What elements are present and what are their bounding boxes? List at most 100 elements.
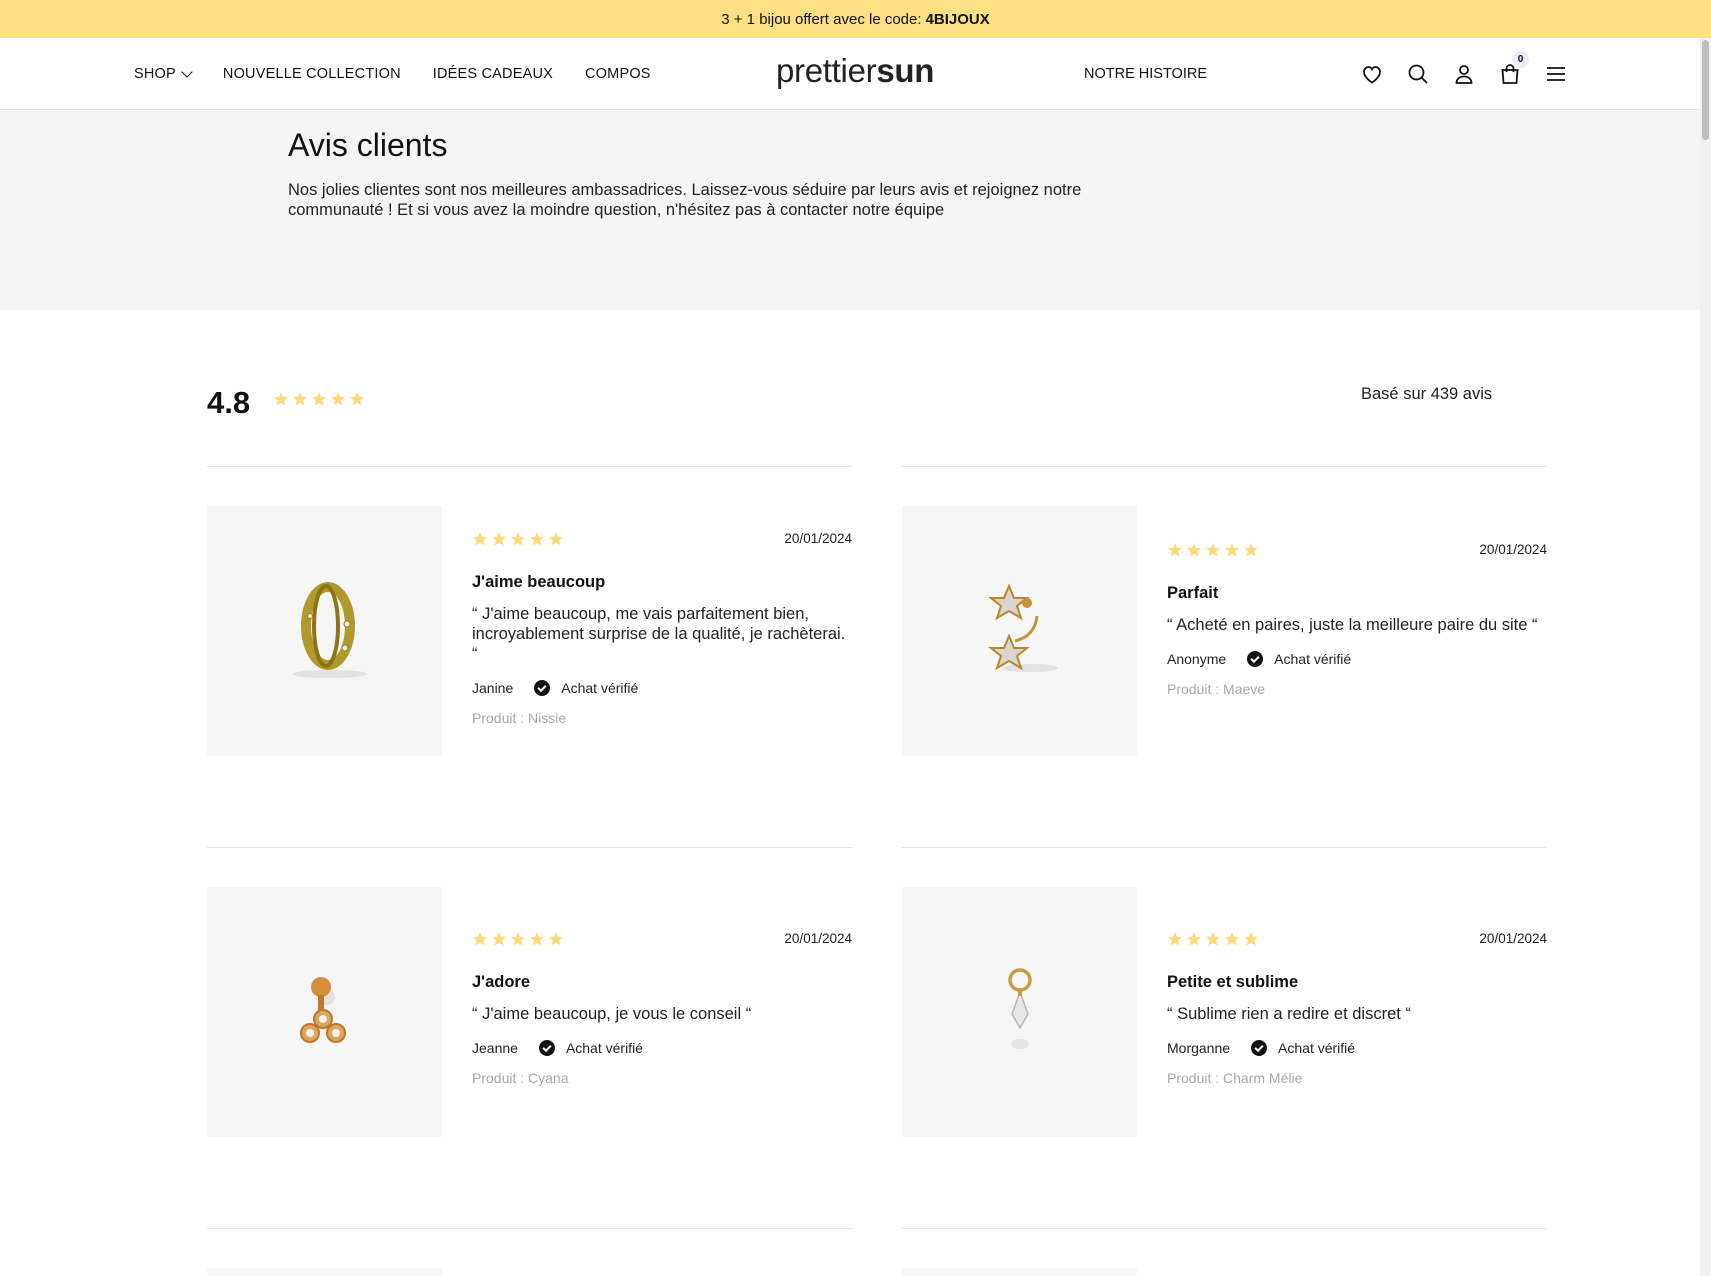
star-icon xyxy=(1205,931,1221,947)
star-icon xyxy=(1224,931,1240,947)
check-circle-icon xyxy=(1247,651,1264,667)
announcement-bar: 3 + 1 bijou offert avec le code: 4BIJOUX xyxy=(0,0,1711,38)
nav-compos[interactable]: COMPOS xyxy=(585,66,651,82)
star-icon xyxy=(1243,931,1259,947)
star-icon xyxy=(548,531,564,547)
scrollbar-thumb[interactable] xyxy=(1702,40,1709,140)
check-circle-icon xyxy=(1251,1040,1268,1056)
divider xyxy=(207,847,852,848)
review-meta: Morganne Achat vérifié xyxy=(1167,1040,1547,1056)
review-author: Anonyme xyxy=(1167,651,1227,667)
star-icon xyxy=(292,391,308,407)
product-image[interactable] xyxy=(902,1268,1137,1276)
account-icon[interactable] xyxy=(1452,62,1476,86)
cart-icon[interactable]: 0 xyxy=(1498,51,1529,86)
star-icon xyxy=(1243,542,1259,558)
review-meta: Anonyme Achat vérifié xyxy=(1167,651,1547,667)
star-icon xyxy=(529,531,545,547)
review-meta: Jeanne Achat vérifié xyxy=(472,1040,852,1056)
star-icon xyxy=(548,931,564,947)
nav-our-story[interactable]: NOTRE HISTOIRE xyxy=(1084,38,1207,110)
star-icon xyxy=(349,391,365,407)
review-date: 20/01/2024 xyxy=(1479,542,1547,557)
product-image[interactable] xyxy=(207,887,442,1137)
star-icon xyxy=(1186,931,1202,947)
star-icon xyxy=(330,391,346,407)
divider xyxy=(207,466,852,467)
review-meta: Janine Achat vérifié xyxy=(472,680,852,696)
divider xyxy=(902,847,1547,848)
review-date: 20/01/2024 xyxy=(1479,931,1547,946)
divider xyxy=(902,1228,1547,1229)
star-icon xyxy=(1167,931,1183,947)
review-product[interactable]: Produit : Charm Mélie xyxy=(1167,1070,1547,1086)
review-body: “ Sublime rien a redire et discret “ xyxy=(1167,1005,1411,1023)
star-icon xyxy=(510,531,526,547)
star-icon xyxy=(311,391,327,407)
product-image[interactable] xyxy=(207,506,442,756)
check-circle-icon xyxy=(534,680,551,696)
star-earring-icon xyxy=(987,583,1058,672)
review-content: 20/01/2024 J'aime beaucoup “ J'aime beau… xyxy=(472,531,852,726)
promo-code: 4BIJOUX xyxy=(925,10,990,28)
review-product[interactable]: Produit : Maeve xyxy=(1167,681,1547,697)
review-author: Janine xyxy=(472,680,514,696)
review-body: “ J'aime beaucoup, me vais parfaitement … xyxy=(472,605,846,663)
nav-shop-label: SHOP xyxy=(134,66,176,82)
review-card: 20/01/2024 J'adore “ J'aime beaucoup, je… xyxy=(207,887,852,1137)
search-icon[interactable] xyxy=(1406,62,1430,86)
charm-pendant-icon xyxy=(1007,968,1032,1049)
star-icon xyxy=(1167,542,1183,558)
product-image[interactable] xyxy=(902,506,1137,756)
review-author: Jeanne xyxy=(472,1040,518,1056)
verified-badge: Achat vérifié xyxy=(1274,651,1352,667)
divider xyxy=(902,466,1547,467)
main-nav: SHOP NOUVELLE COLLECTION IDÉES CADEAUX C… xyxy=(134,38,683,110)
divider xyxy=(207,1228,852,1229)
star-icon xyxy=(491,531,507,547)
review-product[interactable]: Produit : Nissie xyxy=(472,710,852,726)
review-card: 20/01/2024 Parfait “ Acheté en paires, j… xyxy=(902,506,1547,756)
site-header: SHOP NOUVELLE COLLECTION IDÉES CADEAUX C… xyxy=(0,38,1700,110)
star-icon xyxy=(1205,542,1221,558)
page-scrollbar[interactable] xyxy=(1700,38,1711,1276)
average-rating-stars xyxy=(273,391,365,407)
header-icons: 0 xyxy=(1360,38,1568,110)
star-icon xyxy=(1186,542,1202,558)
page-description: Nos jolies clientes sont nos meilleures … xyxy=(288,181,1082,219)
star-icon xyxy=(273,391,289,407)
review-author: Morganne xyxy=(1167,1040,1231,1056)
review-product[interactable]: Produit : Cyana xyxy=(472,1070,852,1086)
review-card: 20/01/2024 Petite et sublime “ Sublime r… xyxy=(902,887,1547,1137)
site-logo[interactable]: prettiersun xyxy=(776,52,934,90)
review-body: “ J'aime beaucoup, je vous le conseil “ xyxy=(472,1005,752,1023)
average-rating: 4.8 xyxy=(207,385,251,420)
review-date: 20/01/2024 xyxy=(784,531,852,546)
verified-badge: Achat vérifié xyxy=(565,1040,643,1056)
star-icon xyxy=(510,931,526,947)
wishlist-icon[interactable] xyxy=(1360,62,1384,86)
menu-icon[interactable] xyxy=(1544,62,1568,86)
verified-badge: Achat vérifié xyxy=(1278,1040,1356,1056)
page-title: Avis clients xyxy=(288,127,448,163)
page-hero: Avis clients Nos jolies clientes sont no… xyxy=(0,111,1700,310)
nav-shop[interactable]: SHOP xyxy=(134,65,193,82)
announcement-text: 3 + 1 bijou offert avec le code: xyxy=(721,10,922,28)
product-image[interactable] xyxy=(207,1268,442,1276)
star-icon xyxy=(529,931,545,947)
stud-earring-icon xyxy=(299,977,346,1043)
star-icon xyxy=(491,931,507,947)
star-icon xyxy=(472,531,488,547)
review-title: J'adore xyxy=(472,973,531,991)
review-date: 20/01/2024 xyxy=(784,931,852,946)
review-title: Parfait xyxy=(1167,584,1219,602)
nav-new-collection[interactable]: NOUVELLE COLLECTION xyxy=(223,66,401,82)
review-card: 20/01/2024 J'aime beaucoup “ J'aime beau… xyxy=(207,506,852,756)
logo-text-light: prettier xyxy=(776,52,877,89)
nav-gift-ideas[interactable]: IDÉES CADEAUX xyxy=(433,66,553,82)
review-content: 20/01/2024 Parfait “ Acheté en paires, j… xyxy=(1167,542,1547,697)
star-icon xyxy=(472,931,488,947)
review-title: J'aime beaucoup xyxy=(472,573,606,591)
logo-text-bold: sun xyxy=(876,52,935,89)
product-image[interactable] xyxy=(902,887,1137,1137)
